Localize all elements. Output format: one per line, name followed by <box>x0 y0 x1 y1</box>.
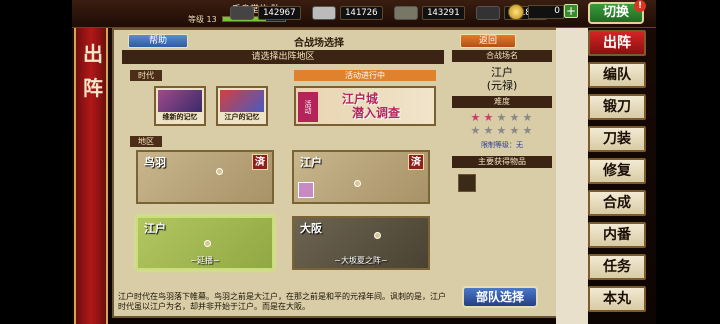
left-letterbox <box>0 0 72 324</box>
resource-value: 142967 <box>258 6 301 20</box>
map-tile-osaka[interactable]: 大阪 ~大坂夏之阵~ <box>292 216 430 270</box>
era-tag: 时代 <box>130 70 162 81</box>
menu-item[interactable]: 出阵 <box>588 30 646 56</box>
alert-badge: ! <box>634 0 646 12</box>
era-card-restoration[interactable]: 维新的记忆 <box>154 86 206 126</box>
star-icon: ★ <box>522 124 533 137</box>
battlefield-era: (元禄) <box>486 79 518 92</box>
star-icon: ★ <box>509 124 520 137</box>
right-letterbox <box>656 0 720 324</box>
area-tag: 地区 <box>130 136 162 147</box>
panel-title: 合战场选择 <box>294 38 344 49</box>
map-subtitle: ~大坂夏之阵~ <box>334 256 388 265</box>
menu-item[interactable]: 锻刀 <box>588 94 646 120</box>
star-icon: ★ <box>470 124 481 137</box>
coolant-icon <box>394 6 418 20</box>
buy-coins-button[interactable]: + <box>564 4 578 18</box>
level-limit: 限制等级：无 <box>481 141 523 149</box>
resource-coolant: 143291 <box>394 4 465 22</box>
era-label: 江户的记忆 <box>224 113 260 121</box>
event-tag: 活动进行中 <box>294 70 436 81</box>
menu-item[interactable]: 修复 <box>588 158 646 184</box>
banner-char: 出 <box>83 42 103 66</box>
map-name: 鸟羽 <box>144 156 166 169</box>
banner-char: 阵 <box>83 76 103 100</box>
star-icon: ★ <box>483 124 494 137</box>
menu-item[interactable]: 编队 <box>588 62 646 88</box>
map-tile-toba[interactable]: 鸟羽 済 <box>136 150 274 204</box>
event-badge: 活动 <box>298 92 318 122</box>
menu-item[interactable]: 本丸 <box>588 286 646 312</box>
cleared-mark: 済 <box>252 154 268 170</box>
resource-value: 143291 <box>422 6 465 20</box>
star-icon: ★ <box>496 124 507 137</box>
items-heading: 主要获得物品 <box>452 156 552 168</box>
cleared-mark: 済 <box>408 154 424 170</box>
menu-item[interactable]: 合成 <box>588 190 646 216</box>
menu-item[interactable]: 任务 <box>588 254 646 280</box>
era-image <box>220 90 264 112</box>
map-tile-edo-genroku[interactable]: 江户 ~延播~ <box>136 216 274 270</box>
game-screen: 千鸟堂信 队 等级 13 142967 141726 143291 141864… <box>0 0 720 324</box>
resource-steel: 141726 <box>312 4 383 22</box>
charcoal-icon <box>230 6 254 20</box>
region-prompt: 请选择出阵地区 <box>122 50 444 64</box>
map-node <box>374 232 381 239</box>
coin-value: 0 <box>528 5 564 19</box>
map-name: 大阪 <box>300 222 322 235</box>
main-menu: 出阵编队锻刀刀装修复合成内番任务本丸 <box>588 30 648 318</box>
sortie-banner: 出 阵 <box>74 28 108 324</box>
star-icon: ★ <box>509 111 520 124</box>
event-name-line2: 潜入调查 <box>352 106 401 120</box>
flower-icon <box>298 182 314 198</box>
difficulty-stars: ★ ★ ★ ★ ★ ★ ★ ★ ★ ★ <box>470 112 534 136</box>
item-icon <box>458 174 476 192</box>
event-card[interactable]: 活动 江户城 潜入调查 <box>294 86 436 126</box>
battlefield-name: 江户 <box>491 66 513 79</box>
era-label: 维新的记忆 <box>162 113 198 121</box>
map-name: 江户 <box>300 156 322 169</box>
help-button[interactable]: 帮助 <box>128 34 188 48</box>
star-icon: ★ <box>483 111 494 124</box>
star-icon: ★ <box>496 111 507 124</box>
map-tile-edo[interactable]: 江户 済 <box>292 150 430 204</box>
name-heading: 合战场名 <box>452 50 552 62</box>
coin-icon <box>508 4 524 20</box>
whetstone-icon <box>476 6 500 20</box>
event-name-line1: 江户城 <box>342 92 379 106</box>
resource-charcoal: 142967 <box>230 4 301 22</box>
menu-item[interactable]: 刀装 <box>588 126 646 152</box>
level-label: 等级 13 <box>188 15 217 24</box>
resource-value: 141726 <box>340 6 383 20</box>
steel-icon <box>312 6 336 20</box>
era-image <box>158 90 202 112</box>
battlefield-info: 合战场名 江户 (元禄) 难度 ★ ★ ★ ★ ★ ★ ★ ★ ★ ★ 限制等级：无 主要获得物品 <box>452 50 552 270</box>
star-icon: ★ <box>522 111 533 124</box>
menu-item[interactable]: 内番 <box>588 222 646 248</box>
return-button[interactable]: 返回 <box>460 34 516 48</box>
map-name: 江户 <box>144 222 166 235</box>
difficulty-heading: 难度 <box>452 96 552 108</box>
menu-background <box>556 28 588 324</box>
era-card-edo[interactable]: 江户的记忆 <box>216 86 268 126</box>
map-node <box>354 180 361 187</box>
era-description: 江户时代在鸟羽落下帷幕。鸟羽之前是大江户，在那之前是和平的元禄年间。讽刺的是，江… <box>118 292 446 311</box>
battlefield-panel: 帮助 合战场选择 返回 请选择出阵地区 时代 活动进行中 维新的记忆 江户的记忆… <box>112 28 558 318</box>
map-node <box>204 240 211 247</box>
team-select-button[interactable]: 部队选择 <box>462 286 538 308</box>
top-bar: 千鸟堂信 队 等级 13 142967 141726 143291 141864… <box>72 0 656 28</box>
map-subtitle: ~延播~ <box>190 256 220 265</box>
star-icon: ★ <box>470 111 481 124</box>
map-node <box>216 168 223 175</box>
